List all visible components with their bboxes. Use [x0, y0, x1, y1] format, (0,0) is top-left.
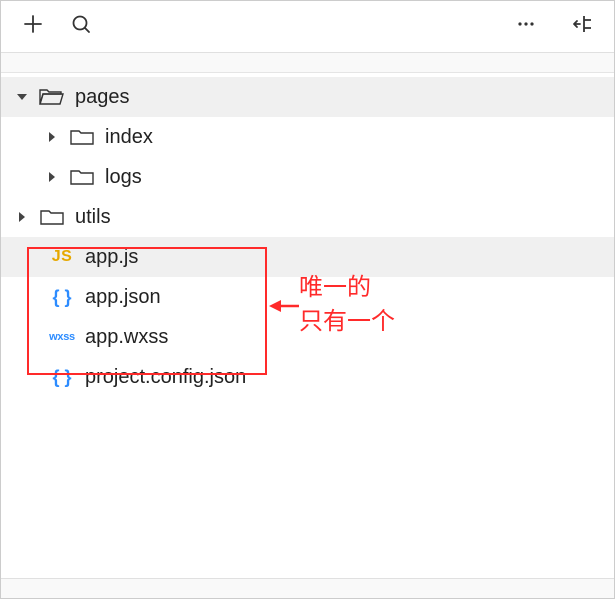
chevron-right-icon [15, 210, 29, 224]
wxss-file-icon: wxss [47, 325, 77, 349]
file-label: app.json [85, 286, 161, 309]
file-project-config-json[interactable]: { } project.config.json [1, 357, 614, 397]
collapse-panel-button[interactable] [558, 3, 606, 51]
js-file-icon: JS [47, 245, 77, 269]
folder-open-icon [37, 85, 67, 109]
folder-logs[interactable]: logs [1, 157, 614, 197]
folder-label: logs [105, 166, 142, 189]
file-label: project.config.json [85, 366, 246, 389]
explorer-subbar [1, 53, 614, 73]
plus-icon [23, 14, 43, 40]
explorer-footer [1, 578, 614, 598]
json-file-icon: { } [47, 365, 77, 389]
collapse-panel-icon [570, 12, 594, 42]
file-label: app.wxss [85, 326, 168, 349]
folder-label: utils [75, 206, 111, 229]
folder-icon [67, 165, 97, 189]
file-app-wxss[interactable]: wxss app.wxss [1, 317, 614, 357]
folder-utils[interactable]: utils [1, 197, 614, 237]
chevron-right-icon [45, 130, 59, 144]
chevron-down-icon [15, 90, 29, 104]
file-app-json[interactable]: { } app.json [1, 277, 614, 317]
file-app-js[interactable]: JS app.js [1, 237, 614, 277]
folder-icon [37, 205, 67, 229]
folder-pages[interactable]: pages [1, 77, 614, 117]
more-button[interactable] [502, 3, 550, 51]
chevron-right-icon [45, 170, 59, 184]
search-icon [70, 13, 92, 41]
json-file-icon: { } [47, 285, 77, 309]
explorer-toolbar [1, 1, 614, 53]
folder-icon [67, 125, 97, 149]
add-button[interactable] [9, 3, 57, 51]
folder-index[interactable]: index [1, 117, 614, 157]
folder-label: pages [75, 86, 130, 109]
file-label: app.js [85, 246, 138, 269]
more-icon [515, 13, 537, 41]
search-button[interactable] [57, 3, 105, 51]
file-tree: pages index logs utils JS [1, 73, 614, 397]
folder-label: index [105, 126, 153, 149]
